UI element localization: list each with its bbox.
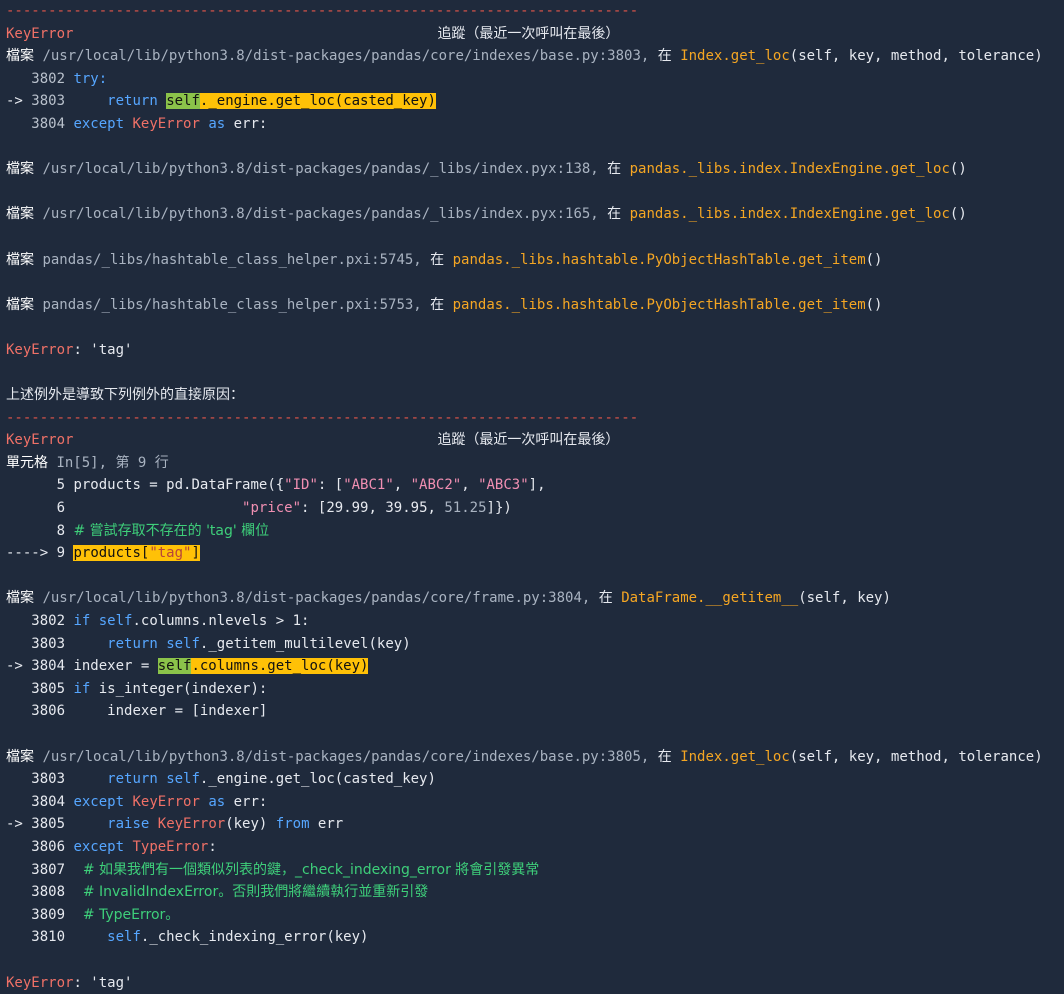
func-args: (self, key) bbox=[798, 590, 891, 607]
func-name: Index.get_loc bbox=[680, 48, 790, 65]
file-label: 檔案 bbox=[6, 161, 34, 178]
func-name: pandas._libs.index.IndexEngine.get_loc bbox=[629, 206, 950, 223]
file-path: /usr/local/lib/python3.8/dist-packages/p… bbox=[42, 590, 591, 607]
direct-cause-text: 上述例外是導致下列例外的直接原因： bbox=[6, 387, 244, 404]
in-word: 在 bbox=[607, 161, 622, 178]
func-args: () bbox=[865, 296, 883, 313]
code-line: 3807 # 如果我們有一個類似列表的鍵，_check_indexing_err… bbox=[31, 861, 540, 878]
func-args: () bbox=[949, 206, 967, 223]
func-args: (self, key, method, tolerance) bbox=[789, 48, 1043, 65]
file-path: pandas/_libs/hashtable_class_helper.pxi:… bbox=[42, 251, 422, 268]
func-name: pandas._libs.index.IndexEngine.get_loc bbox=[629, 161, 950, 178]
code-line-current: -> 3805 raise KeyError(key) from err bbox=[6, 816, 344, 833]
in-word: 在 bbox=[607, 206, 622, 223]
code-line: 3806 except TypeError: bbox=[31, 838, 217, 855]
func-name: Index.get_loc bbox=[680, 748, 790, 765]
error-message: KeyError: 'tag' bbox=[6, 974, 133, 991]
code-line-current: -> 3804 indexer = self.columns.get_loc(k… bbox=[6, 658, 369, 675]
error-message: KeyError: 'tag' bbox=[6, 341, 133, 358]
file-label: 檔案 bbox=[6, 296, 34, 313]
func-args: (self, key, method, tolerance) bbox=[789, 748, 1043, 765]
code-line: 3806 indexer = [indexer] bbox=[31, 703, 268, 720]
func-args: () bbox=[865, 251, 883, 268]
traceback-header: KeyError 追蹤（最近一次呼叫在最後） bbox=[6, 23, 1064, 46]
code-line: 3810 self._check_indexing_error(key) bbox=[31, 929, 369, 946]
file-line: 檔案 /usr/local/lib/python3.8/dist-package… bbox=[6, 587, 1064, 610]
in-word: 在 bbox=[657, 748, 672, 765]
separator-line: ----------------------------------------… bbox=[6, 409, 639, 426]
traceback-title: 追蹤（最近一次呼叫在最後） bbox=[437, 432, 620, 449]
file-path: pandas/_libs/hashtable_class_helper.pxi:… bbox=[42, 296, 422, 313]
cell-ref: In[5], 第 9 行 bbox=[56, 454, 169, 471]
func-name: DataFrame.__getitem__ bbox=[621, 590, 799, 607]
file-label: 檔案 bbox=[6, 748, 34, 765]
code-text: try: bbox=[73, 70, 108, 87]
file-path: /usr/local/lib/python3.8/dist-packages/p… bbox=[42, 206, 599, 223]
file-line: 檔案 /usr/local/lib/python3.8/dist-package… bbox=[6, 158, 1064, 181]
file-label: 檔案 bbox=[6, 48, 34, 65]
code-line: 3803 return self._engine.get_loc(casted_… bbox=[31, 771, 436, 788]
file-line: 檔案 pandas/_libs/hashtable_class_helper.p… bbox=[6, 294, 1064, 317]
current-arrow: -> bbox=[6, 93, 23, 110]
func-name: pandas._libs.hashtable.PyObjectHashTable… bbox=[452, 296, 866, 313]
traceback-output: ----------------------------------------… bbox=[0, 0, 1064, 994]
code-line: 3809 # TypeError。 bbox=[31, 906, 180, 923]
error-name: KeyError bbox=[6, 432, 74, 449]
code-line: 3802 try: bbox=[6, 68, 1064, 91]
file-path: /usr/local/lib/python3.8/dist-packages/p… bbox=[42, 748, 650, 765]
line-number: 3804 bbox=[31, 115, 66, 132]
code-line: 8 # 嘗試存取不存在的 'tag' 欄位 bbox=[56, 522, 270, 539]
func-args: () bbox=[949, 161, 967, 178]
in-word: 在 bbox=[430, 251, 445, 268]
file-line: 檔案 pandas/_libs/hashtable_class_helper.p… bbox=[6, 249, 1064, 272]
cell-line: 單元格 In[5], 第 9 行 bbox=[6, 452, 1064, 475]
traceback-header: KeyError 追蹤（最近一次呼叫在最後） bbox=[6, 429, 1064, 452]
code-line: 6 "price": [29.99, 39.95, 51.25]}) bbox=[56, 500, 512, 517]
code-line: 5 products = pd.DataFrame({"ID": ["ABC1"… bbox=[56, 477, 546, 494]
in-word: 在 bbox=[657, 48, 672, 65]
file-path: /usr/local/lib/python3.8/dist-packages/p… bbox=[42, 161, 599, 178]
line-number: 3803 bbox=[31, 93, 66, 110]
code-line-current: ----> 9 products["tag"] bbox=[6, 545, 200, 562]
file-path: /usr/local/lib/python3.8/dist-packages/p… bbox=[42, 48, 650, 65]
traceback-title: 追蹤（最近一次呼叫在最後） bbox=[437, 25, 620, 42]
code-line-current: -> 3803 return self._engine.get_loc(cast… bbox=[6, 93, 436, 110]
cell-label: 單元格 bbox=[6, 454, 48, 471]
code-line: 3808 # InvalidIndexError。否則我們將繼續執行並重新引發 bbox=[31, 884, 429, 901]
code-line: 3802 if self.columns.nlevels > 1: bbox=[31, 613, 310, 630]
file-label: 檔案 bbox=[6, 590, 34, 607]
file-line: 檔案 /usr/local/lib/python3.8/dist-package… bbox=[6, 746, 1064, 769]
code-line: 3804 except KeyError as err: bbox=[31, 793, 268, 810]
in-word: 在 bbox=[598, 590, 613, 607]
error-name: KeyError bbox=[6, 25, 74, 42]
in-word: 在 bbox=[430, 296, 445, 313]
func-name: pandas._libs.hashtable.PyObjectHashTable… bbox=[452, 251, 866, 268]
separator-line: ----------------------------------------… bbox=[6, 3, 639, 19]
file-label: 檔案 bbox=[6, 206, 34, 223]
line-number: 3802 bbox=[31, 70, 66, 87]
file-label: 檔案 bbox=[6, 251, 34, 268]
code-line: 3803 return self._getitem_multilevel(key… bbox=[31, 635, 411, 652]
code-line: 3804 except KeyError as err: bbox=[31, 115, 268, 132]
code-line: 3805 if is_integer(indexer): bbox=[31, 680, 268, 697]
file-line: 檔案 /usr/local/lib/python3.8/dist-package… bbox=[6, 203, 1064, 226]
file-line: 檔案 /usr/local/lib/python3.8/dist-package… bbox=[6, 45, 1064, 68]
